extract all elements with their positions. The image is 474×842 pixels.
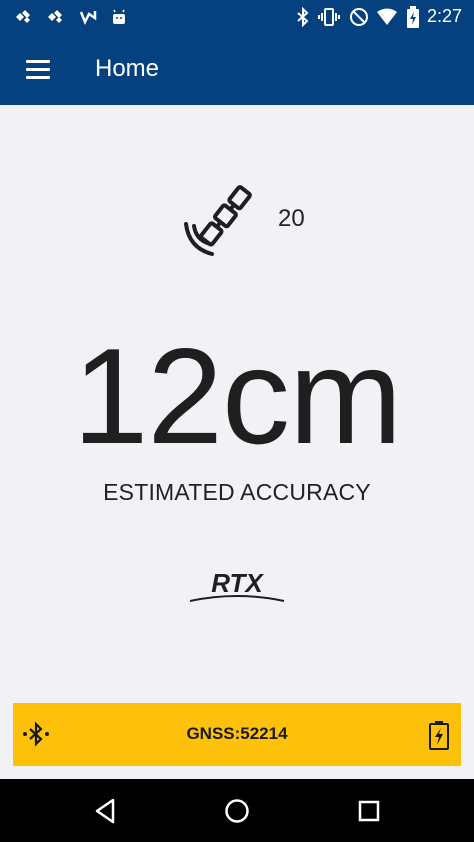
page-title: Home	[95, 55, 160, 82]
app-bar: Home	[0, 33, 474, 105]
rtx-logo-text: RTX	[211, 568, 264, 598]
notification-icon	[12, 6, 34, 28]
back-icon[interactable]	[87, 793, 123, 829]
notification-icon	[44, 6, 66, 28]
bluetooth-icon	[292, 6, 314, 28]
battery-charging-icon	[427, 720, 451, 750]
accuracy-value: 12cm	[72, 320, 403, 472]
recents-icon[interactable]	[351, 793, 387, 829]
battery-charging-icon	[402, 6, 424, 28]
hamburger-menu-icon[interactable]	[18, 49, 58, 89]
status-time: 2:27	[426, 6, 462, 26]
status-bar: 2:27	[0, 0, 474, 33]
accuracy-label: ESTIMATED ACCURACY	[103, 479, 371, 505]
system-nav-bar	[0, 779, 474, 842]
satellite-count: 20	[278, 205, 305, 232]
satellite-icon	[180, 180, 270, 260]
gnss-status-bar[interactable]: GNSS:52214	[13, 703, 461, 766]
rtx-logo: RTX	[188, 565, 286, 605]
vibrate-icon	[318, 6, 340, 28]
wifi-icon	[376, 6, 398, 28]
notification-icon	[77, 6, 99, 28]
do-not-disturb-icon	[348, 6, 370, 28]
home-icon[interactable]	[219, 793, 255, 829]
android-icon	[108, 6, 130, 28]
gnss-label: GNSS:52214	[186, 724, 288, 743]
